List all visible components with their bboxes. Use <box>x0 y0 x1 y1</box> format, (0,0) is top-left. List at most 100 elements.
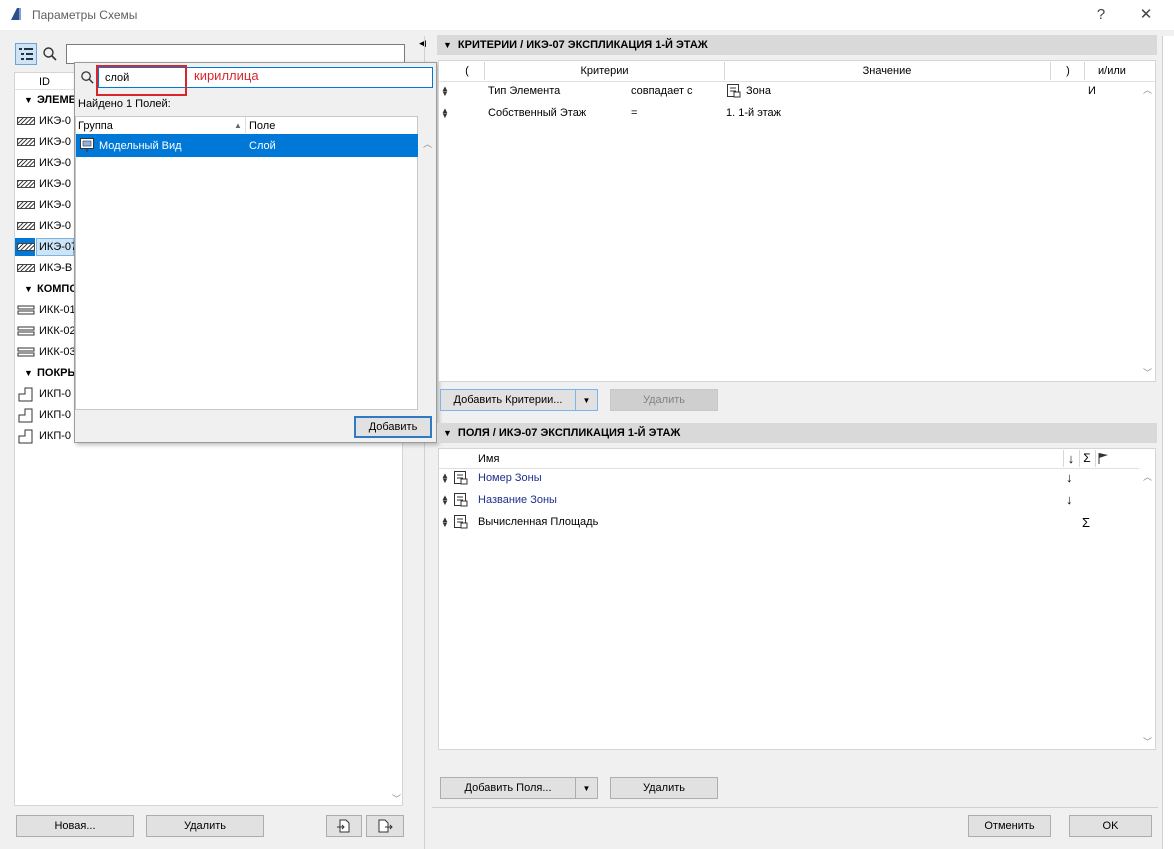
add-field-button[interactable]: Добавить <box>354 416 432 438</box>
group-label: ПОКРЫ <box>37 367 79 379</box>
export-icon <box>378 819 393 833</box>
hatch-icon <box>17 222 35 230</box>
criteria-value[interactable]: Зона <box>746 85 771 97</box>
criteria-section-header[interactable]: ▼ КРИТЕРИИ / ИКЭ-07 ЭКСПЛИКАЦИЯ 1-Й ЭТАЖ <box>437 35 1157 55</box>
list-item[interactable]: ИКК-03 <box>39 346 76 358</box>
delete-schema-button[interactable]: Удалить <box>146 815 264 837</box>
profile-icon <box>18 387 33 402</box>
footer-divider <box>432 807 1158 808</box>
fields-section-header[interactable]: ▼ ПОЛЯ / ИКЭ-07 ЭКСПЛИКАЦИЯ 1-Й ЭТАЖ <box>437 423 1157 443</box>
field-name[interactable]: Название Зоны <box>478 494 557 506</box>
list-item[interactable]: ИКК-02 <box>39 325 76 337</box>
criteria-and-or[interactable]: И <box>1088 85 1096 97</box>
list-item[interactable]: ИКЭ-0 <box>39 199 71 211</box>
found-count-text: Найдено 1 Полей: <box>78 98 171 110</box>
group-label: ЭЛЕМЕ <box>37 94 76 106</box>
scroll-up-icon[interactable]: ︿ <box>423 137 432 150</box>
results-list[interactable] <box>75 116 418 410</box>
zone-icon <box>454 471 468 485</box>
profile-icon <box>18 408 33 423</box>
list-item[interactable]: ИКЭ-В <box>39 262 72 274</box>
list-item[interactable]: ИКЭ-0 <box>39 178 71 190</box>
field-sort[interactable]: ↓ <box>1066 492 1073 507</box>
column-divider <box>1095 450 1096 467</box>
list-item[interactable]: ИКЭ-0 <box>39 136 71 148</box>
field-sum[interactable]: Σ <box>1082 515 1090 530</box>
add-criteria-dropdown[interactable]: ▼ <box>575 389 598 411</box>
field-name[interactable]: Номер Зоны <box>478 472 542 484</box>
reorder-handle-icon[interactable]: ▲ ▼ <box>441 472 449 485</box>
field-sort[interactable]: ↓ <box>1066 470 1073 485</box>
col-group-header[interactable]: Группа <box>78 120 113 132</box>
scroll-down-icon[interactable]: ﹀ <box>1143 366 1152 379</box>
title-bar <box>0 0 1174 30</box>
result-group: Модельный Вид <box>99 140 182 152</box>
field-name[interactable]: Вычисленная Площадь <box>478 516 598 528</box>
reorder-handle-icon[interactable]: ▲ ▼ <box>441 85 449 98</box>
scroll-down-icon[interactable]: ﹀ <box>1143 735 1152 748</box>
add-fields-button[interactable]: Добавить Поля... <box>440 777 576 799</box>
list-view-toggle[interactable] <box>15 43 37 65</box>
list-item[interactable]: ИКЭ-0 <box>39 157 71 169</box>
criteria-operator[interactable]: совпадает с <box>631 85 693 97</box>
annotation-box <box>96 65 187 96</box>
col-and-or: и/или <box>1098 65 1126 77</box>
close-button[interactable]: ✕ <box>1133 4 1159 26</box>
group-label: КОМПО <box>37 283 78 295</box>
add-criteria-button[interactable]: Добавить Критерии... <box>440 389 576 411</box>
col-value: Значение <box>862 65 912 77</box>
col-name: Имя <box>478 453 500 465</box>
criteria-value[interactable]: 1. 1-й этаж <box>726 107 781 119</box>
col-field-header[interactable]: Поле <box>249 120 275 132</box>
archicad-logo-icon <box>11 8 21 20</box>
group-collapse-icon[interactable]: ▼ <box>24 95 33 105</box>
chevron-down-icon: ▼ <box>582 784 591 793</box>
col-sort: ↓ <box>1067 451 1075 466</box>
criteria-title: КРИТЕРИИ / ИКЭ-07 ЭКСПЛИКАЦИЯ 1-Й ЭТАЖ <box>457 39 708 51</box>
delete-criteria-button[interactable]: Удалить <box>610 389 718 411</box>
criteria-name[interactable]: Собственный Этаж <box>488 107 586 119</box>
new-schema-button[interactable]: Новая... <box>16 815 134 837</box>
ok-button[interactable]: OK <box>1069 815 1152 837</box>
reorder-handle-icon[interactable]: ▲ ▼ <box>441 494 449 507</box>
list-item[interactable]: ИКК-01 <box>39 304 76 316</box>
hatch-icon <box>17 180 35 188</box>
col-criteria: Критерии <box>580 65 629 77</box>
hatch-icon <box>17 243 35 251</box>
result-field: Слой <box>249 140 276 152</box>
list-item[interactable]: ИКП-0 <box>39 388 71 400</box>
list-item[interactable]: ИКЭ-0 <box>39 220 71 232</box>
criteria-name[interactable]: Тип Элемента <box>488 85 560 97</box>
composite-icon <box>17 326 35 336</box>
list-item[interactable]: ИКП-0 <box>39 430 71 442</box>
col-open-paren: ( <box>465 65 469 77</box>
delete-field-button[interactable]: Удалить <box>610 777 718 799</box>
add-fields-dropdown[interactable]: ▼ <box>575 777 598 799</box>
list-item[interactable]: ИКП-0 <box>39 409 71 421</box>
list-view-icon <box>19 48 33 60</box>
scroll-up-icon[interactable]: ︿ <box>1143 470 1152 483</box>
cancel-button[interactable]: Отменить <box>968 815 1051 837</box>
annotation-label: кириллица <box>194 68 259 83</box>
help-button[interactable]: ? <box>1088 4 1114 26</box>
criteria-operator[interactable]: = <box>631 107 637 119</box>
list-item-selected[interactable]: ИКЭ-07 <box>39 241 77 253</box>
profile-icon <box>18 429 33 444</box>
reorder-handle-icon[interactable]: ▲ ▼ <box>441 107 449 120</box>
model-view-icon <box>80 138 94 152</box>
export-button[interactable] <box>366 815 404 837</box>
column-divider <box>1084 62 1085 80</box>
group-collapse-icon[interactable]: ▼ <box>24 368 33 378</box>
import-button[interactable] <box>326 815 362 837</box>
list-item[interactable]: ИКЭ-0 <box>39 115 71 127</box>
chevron-down-icon: ▼ <box>582 396 591 405</box>
col-close-paren: ) <box>1066 65 1070 77</box>
reorder-handle-icon[interactable]: ▲ ▼ <box>441 516 449 529</box>
search-icon <box>81 71 94 84</box>
zone-icon <box>727 84 741 98</box>
search-icon[interactable] <box>42 46 58 62</box>
schema-search-input[interactable] <box>66 44 405 64</box>
scroll-up-icon[interactable]: ︿ <box>1143 83 1152 96</box>
scroll-down-icon[interactable]: ﹀ <box>392 792 401 805</box>
group-collapse-icon[interactable]: ▼ <box>24 284 33 294</box>
